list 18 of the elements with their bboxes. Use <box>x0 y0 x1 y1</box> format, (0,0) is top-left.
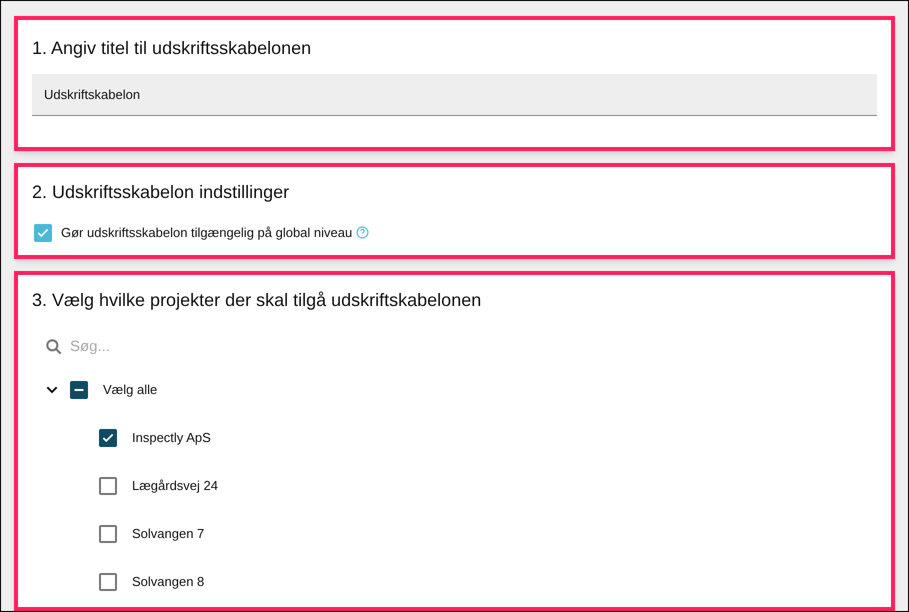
help-icon[interactable] <box>356 226 370 240</box>
checkbox[interactable] <box>99 428 117 446</box>
checkbox[interactable] <box>99 476 117 494</box>
checkbox[interactable] <box>70 380 88 398</box>
tree-item-label: Vælg alle <box>103 380 158 399</box>
section-heading: 3. Vælg hvilke projekter der skal tilgå udskriftskabelonen <box>32 289 482 312</box>
tree-item-label: Solvangen 7 <box>132 524 204 543</box>
checkbox[interactable] <box>99 524 117 542</box>
search-field[interactable]: Søg... <box>70 336 270 358</box>
tree-item-label: Inspectly ApS <box>132 428 211 447</box>
section-heading: 2. Udskriftsskabelon indstillinger <box>32 181 290 204</box>
checkbox-label: Gør udskriftsskabelon tilgængelig på global niveau <box>61 224 352 242</box>
tree-item-label: Lægårdsvej 24 <box>132 476 218 495</box>
section-heading: 1. Angiv titel til udskriftsskabelonen <box>32 37 312 60</box>
checkbox[interactable] <box>34 224 52 242</box>
title-field[interactable]: Udskriftskabelon <box>32 74 877 116</box>
tree-item-label: Solvangen 8 <box>132 572 204 591</box>
checkbox[interactable] <box>99 572 117 590</box>
